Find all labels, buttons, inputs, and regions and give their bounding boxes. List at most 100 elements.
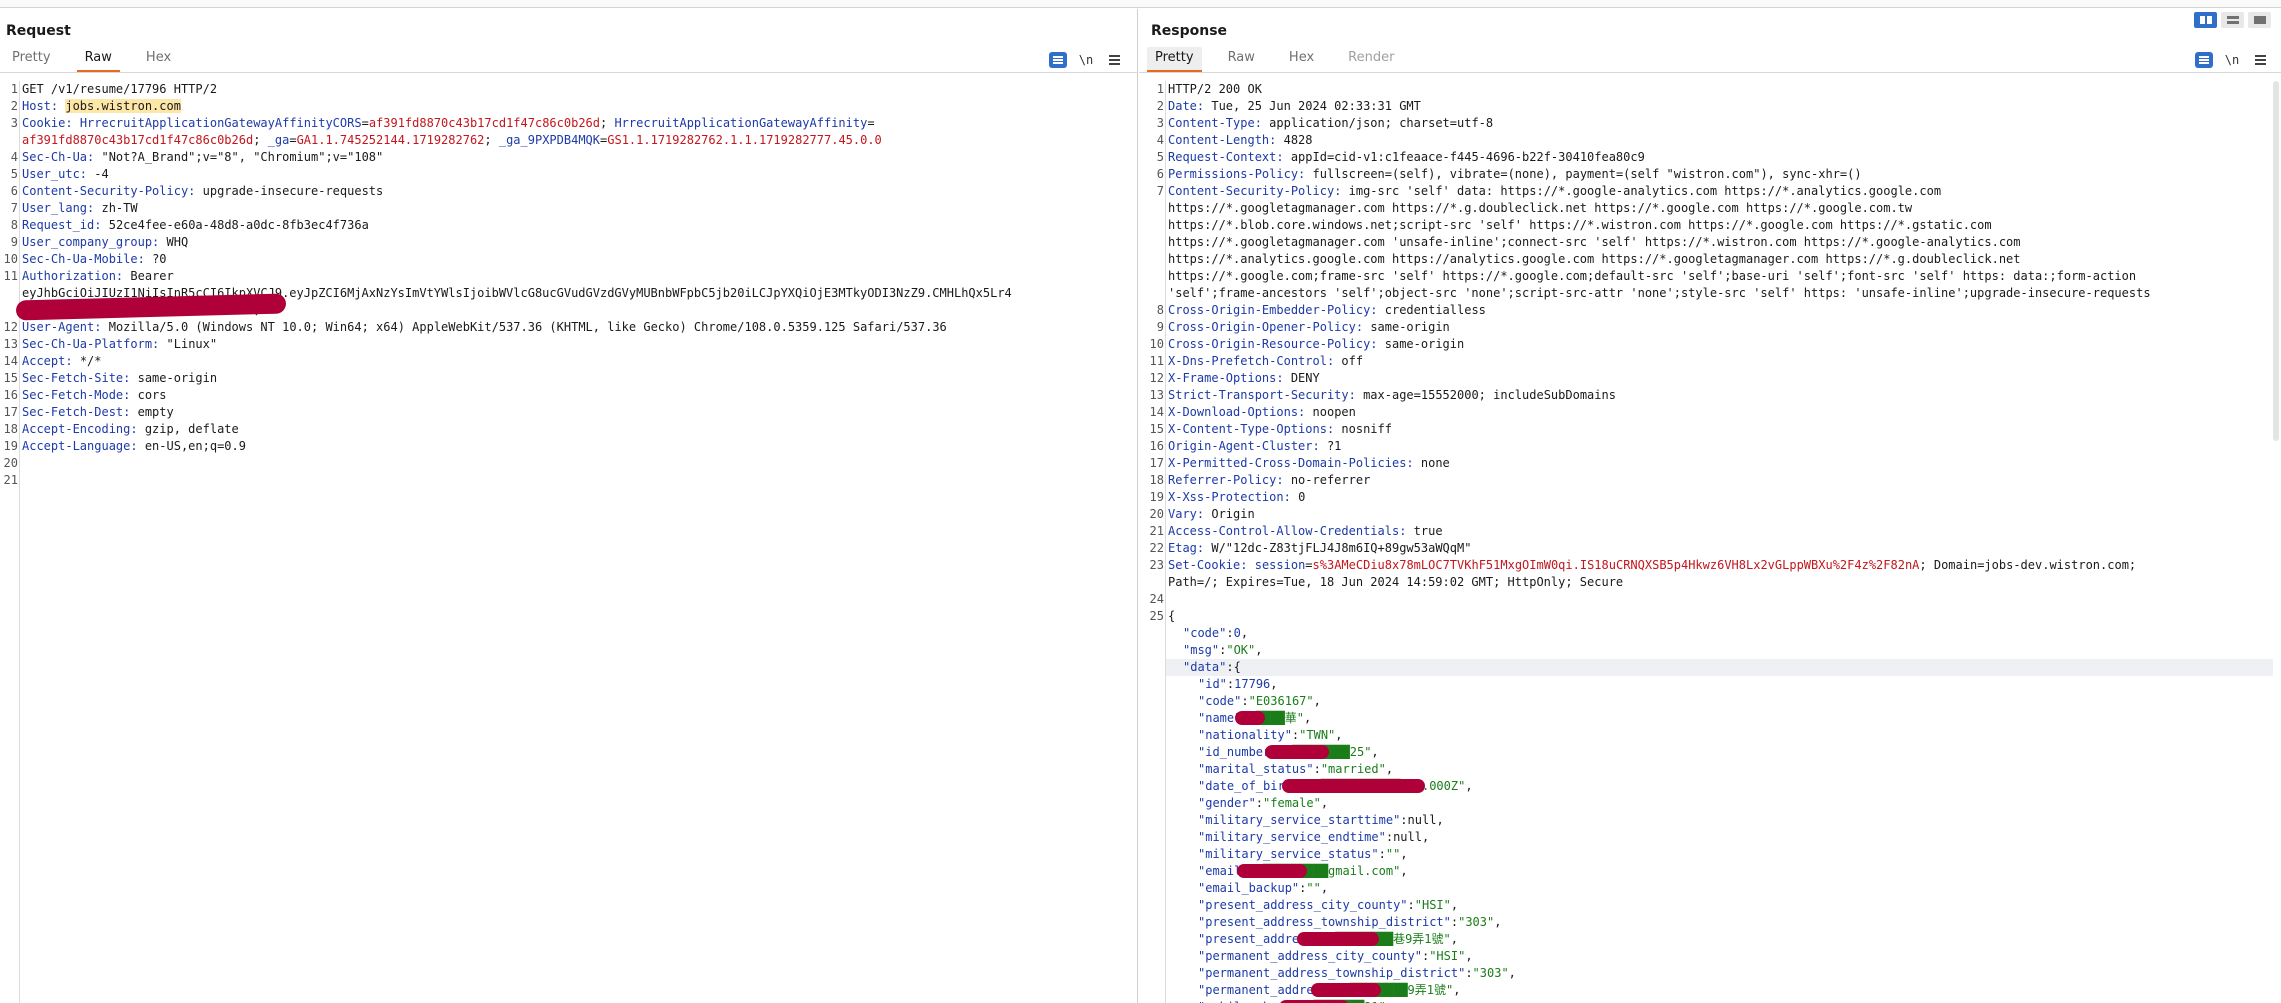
header-key: Accept-Language: bbox=[22, 439, 138, 453]
json-key: "data" bbox=[1183, 660, 1227, 674]
header-value: DENY bbox=[1290, 371, 1320, 385]
request-line: Content-Security-Policy: upgrade-insecur… bbox=[22, 183, 383, 200]
tab-hex[interactable]: Hex bbox=[1281, 50, 1322, 72]
json-key: "military_service_starttime" bbox=[1198, 813, 1401, 827]
response-toolbar: \n bbox=[2195, 52, 2269, 68]
line-number: 7 bbox=[1156, 184, 1164, 198]
line-number: 9 bbox=[1156, 320, 1164, 334]
tab-raw[interactable]: Raw bbox=[76, 50, 120, 72]
tab-pretty[interactable]: Pretty bbox=[1147, 47, 1202, 72]
line-number: 20 bbox=[3, 456, 18, 470]
json-string: "married" bbox=[1320, 762, 1386, 776]
line-number: 5 bbox=[10, 167, 18, 181]
json-line: "email_backup":"", bbox=[1168, 880, 1328, 897]
json-line: "id":17796, bbox=[1168, 676, 1278, 693]
cookie-name: _ga_9PXPDB4MQK bbox=[498, 133, 601, 147]
request-line: User-Agent: Mozilla/5.0 (Windows NT 10.0… bbox=[22, 319, 947, 336]
json-line: "nationality":"TWN", bbox=[1168, 727, 1343, 744]
line-number: 8 bbox=[10, 218, 18, 232]
header-value: none bbox=[1420, 456, 1450, 470]
header-key: Origin-Agent-Cluster: bbox=[1168, 439, 1320, 453]
header-value-continued: https://*.blob.core.windows.net;script-s… bbox=[1168, 218, 1992, 232]
vertical-scrollbar[interactable] bbox=[2273, 81, 2279, 441]
line-number: 6 bbox=[10, 184, 18, 198]
line-number: 15 bbox=[3, 371, 18, 385]
line-number: 21 bbox=[1149, 524, 1164, 538]
redaction-mark bbox=[1282, 779, 1425, 793]
response-line: https://*.google.com;frame-src 'self' ht… bbox=[1168, 268, 2136, 285]
line-number: 20 bbox=[1149, 507, 1164, 521]
json-line: "msg":"OK", bbox=[1168, 642, 1263, 659]
header-key: X-Dns-Prefetch-Control: bbox=[1168, 354, 1335, 368]
header-value: empty bbox=[137, 405, 174, 419]
header-key: Request_id: bbox=[22, 218, 102, 232]
line-number: 14 bbox=[3, 354, 18, 368]
json-comma: , bbox=[1335, 728, 1343, 742]
cookie-value: af391fd8870c43b17cd1f47c86c0b26d bbox=[22, 133, 254, 147]
line-number: 16 bbox=[3, 388, 18, 402]
newline-toggle[interactable]: \n bbox=[2223, 52, 2241, 68]
request-line: Authorization: Bearer bbox=[22, 268, 174, 285]
response-line: 'self';frame-ancestors 'self';object-src… bbox=[1168, 285, 2151, 302]
request-line-text: GET /v1/resume/17796 HTTP/2 bbox=[22, 82, 218, 96]
response-line: Content-Security-Policy: img-src 'self' … bbox=[1168, 183, 1941, 200]
json-colon: : bbox=[1407, 898, 1415, 912]
header-key: X-Download-Options: bbox=[1168, 405, 1306, 419]
line-number: 7 bbox=[10, 201, 18, 215]
request-pane: Request Pretty Raw Hex \n 1 2 3 4 5 6 7 8 9 10 11 1… bbox=[0, 9, 1138, 1003]
header-key: Host: bbox=[22, 99, 59, 113]
header-key: Authorization: bbox=[22, 269, 124, 283]
header-value: 0 bbox=[1298, 490, 1306, 504]
tab-raw[interactable]: Raw bbox=[1220, 50, 1263, 72]
menu-icon[interactable] bbox=[2251, 52, 2269, 68]
response-line: https://*.analytics.google.com https://a… bbox=[1168, 251, 2021, 268]
header-key: Sec-Fetch-Dest: bbox=[22, 405, 131, 419]
request-line: Sec-Ch-Ua-Platform: "Linux" bbox=[22, 336, 217, 353]
json-comma: , bbox=[1494, 915, 1502, 929]
json-key: "present_address_township_district" bbox=[1198, 915, 1451, 929]
json-line: "gender":"female", bbox=[1168, 795, 1328, 812]
line-number: 19 bbox=[1149, 490, 1164, 504]
word-wrap-icon[interactable] bbox=[1049, 52, 1067, 68]
header-key: Content-Security-Policy: bbox=[22, 184, 196, 198]
request-editor[interactable]: 1 2 3 4 5 6 7 8 9 10 11 12 13 14 15 16 17 18 19 20 21 GET /v… bbox=[0, 81, 1137, 1003]
header-key: Cross-Origin-Embedder-Policy: bbox=[1168, 303, 1378, 317]
json-comma: , bbox=[1450, 932, 1458, 946]
header-value: 52ce4fee-e60a-48d8-a0dc-8fb3ec4f736a bbox=[108, 218, 369, 232]
header-value-continued: https://*.googletagmanager.com 'unsafe-i… bbox=[1168, 235, 2021, 249]
redaction-mark bbox=[1297, 932, 1379, 946]
json-comma: , bbox=[1508, 966, 1516, 980]
line-number: 18 bbox=[1149, 473, 1164, 487]
json-comma: , bbox=[1270, 677, 1278, 691]
request-line: Request_id: 52ce4fee-e60a-48d8-a0dc-8fb3… bbox=[22, 217, 369, 234]
response-line: X-Permitted-Cross-Domain-Policies: none bbox=[1168, 455, 1450, 472]
header-key: Sec-Ch-Ua-Platform: bbox=[22, 337, 160, 351]
response-line: Strict-Transport-Security: max-age=15552… bbox=[1168, 387, 1616, 404]
json-key: "present_address_city_county" bbox=[1198, 898, 1408, 912]
response-line: Access-Control-Allow-Credentials: true bbox=[1168, 523, 1443, 540]
header-value: credentialless bbox=[1384, 303, 1486, 317]
line-number: 3 bbox=[1156, 116, 1164, 130]
json-line: "permanent_address_city_county":"HSI", bbox=[1168, 948, 1473, 965]
json-string: "" bbox=[1306, 881, 1321, 895]
response-line: Request-Context: appId=cid-v1:c1feaace-f… bbox=[1168, 149, 1645, 166]
response-editor[interactable]: 1 2 3 4 5 6 7 8 9 10 11 12 13 14 15 16 17 18 19 20 21 22 23 24 2… bbox=[1139, 81, 2281, 1003]
line-number: 4 bbox=[10, 150, 18, 164]
request-line: User_utc: -4 bbox=[22, 166, 109, 183]
tab-hex[interactable]: Hex bbox=[138, 50, 179, 72]
header-key: Date: bbox=[1168, 99, 1205, 113]
request-line: User_lang: zh-TW bbox=[22, 200, 138, 217]
json-key: "nationality" bbox=[1198, 728, 1292, 742]
word-wrap-icon[interactable] bbox=[2195, 52, 2213, 68]
header-key: Request-Context: bbox=[1168, 150, 1284, 164]
header-value: */* bbox=[79, 354, 102, 368]
newline-toggle[interactable]: \n bbox=[1077, 52, 1095, 68]
menu-icon[interactable] bbox=[1105, 52, 1123, 68]
response-line: Etag: W/"12dc-Z83tjFLJ4J8m6IQ+89gw53aWQq… bbox=[1168, 540, 1471, 557]
json-key: "code" bbox=[1183, 626, 1227, 640]
tab-render[interactable]: Render bbox=[1340, 50, 1402, 72]
tab-pretty[interactable]: Pretty bbox=[4, 50, 59, 72]
response-line: https://*.googletagmanager.com 'unsafe-i… bbox=[1168, 234, 2021, 251]
json-comma: , bbox=[1313, 694, 1321, 708]
header-key: X-Permitted-Cross-Domain-Policies: bbox=[1168, 456, 1414, 470]
